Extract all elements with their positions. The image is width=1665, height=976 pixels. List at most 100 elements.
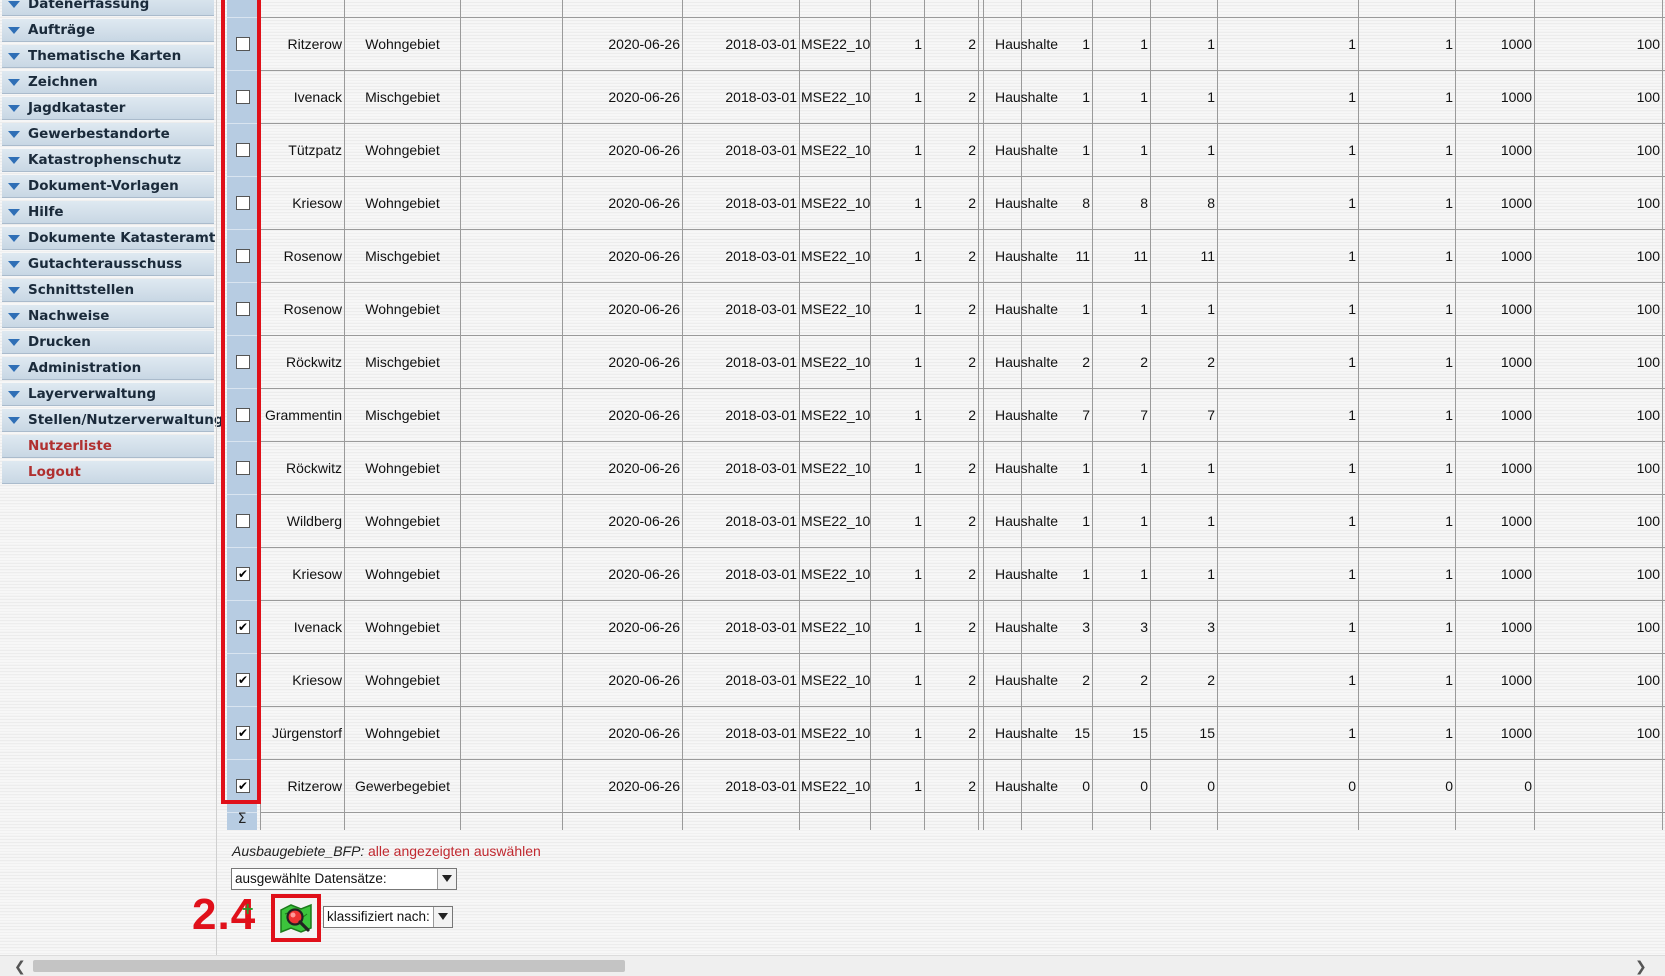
records-action-select[interactable]: ausgewählte Datensätze: (231, 868, 457, 890)
table-cell-n1: 1 (914, 513, 922, 529)
table-cell-v5: 1 (1445, 89, 1453, 105)
table-cell-v2: 1 (1140, 142, 1148, 158)
layer-name-label: Ausbaugebiete_BFP: (232, 843, 365, 859)
sidebar-item[interactable]: Gutachterausschuss (2, 253, 214, 276)
chevron-down-icon (433, 907, 452, 927)
table-cell-v7: 100 (1636, 407, 1660, 423)
table-cell-kategorie: Haushalte (994, 301, 1058, 317)
table-cell-v7 (1535, 776, 1660, 796)
sidebar-item[interactable]: Hilfe (2, 201, 214, 224)
sidebar-item-label: Datenerfassung (28, 0, 150, 12)
sidebar-item[interactable]: Zeichnen (2, 71, 214, 94)
horizontal-scrollbar[interactable]: ❮ ❯ (0, 955, 1665, 976)
sidebar-item[interactable]: Datenerfassung (2, 0, 214, 16)
sidebar-item[interactable]: Gewerbestandorte (2, 123, 214, 146)
table-cell-kategorie: Haushalte (994, 725, 1058, 741)
triangle-down-icon (8, 79, 20, 86)
records-action-select-value: ausgewählte Datensätze: (235, 871, 387, 886)
sidebar-item[interactable]: Schnittstellen (2, 279, 214, 302)
table-cell-v5: 1 (1445, 619, 1453, 635)
chevron-left-icon[interactable]: ❮ (14, 959, 26, 975)
table-cell-v6: 1000 (1500, 354, 1532, 370)
table-cell-v7: 100 (1636, 460, 1660, 476)
table-cell-v6: 1000 (1500, 195, 1532, 211)
table-cell-v5: 0 (1445, 778, 1453, 794)
table-cell-v4: 1 (1348, 89, 1356, 105)
table-cell-v1: 0 (1082, 778, 1090, 794)
sidebar-item[interactable]: Jagdkataster (2, 97, 214, 120)
scrollbar-thumb[interactable] (33, 960, 625, 972)
table-cell-v4: 1 (1348, 460, 1356, 476)
sidebar-item[interactable]: Nachweise (2, 305, 214, 328)
table-cell-n1: 1 (914, 725, 922, 741)
table-cell-kategorie: Haushalte (994, 619, 1058, 635)
search-map-button[interactable] (271, 894, 321, 942)
table-cell-code: MSE22_10 (801, 301, 871, 317)
table-cell-v6: 1000 (1500, 672, 1532, 688)
classify-select[interactable]: klassifiziert nach: (323, 906, 453, 928)
row-divider (261, 388, 1665, 389)
triangle-down-icon (8, 339, 20, 346)
table-cell-v3: 3 (1207, 619, 1215, 635)
table-cell-n2: 2 (968, 619, 976, 635)
sidebar-item[interactable]: Drucken (2, 331, 214, 354)
table-cell-v6: 0 (1524, 778, 1532, 794)
table-cell-datum2: 2018-03-01 (725, 619, 797, 635)
sidebar-item[interactable]: Katastrophenschutz (2, 149, 214, 172)
table-cell-ort: Ritzerow (287, 36, 342, 52)
table-cell-v1: 11 (1075, 248, 1090, 264)
row-divider (261, 282, 1665, 283)
table-cell-n1: 1 (914, 778, 922, 794)
table-cell-v3: 15 (1199, 725, 1215, 741)
sidebar-item[interactable]: Dokument-Vorlagen (2, 175, 214, 198)
table-cell-v2: 8 (1140, 195, 1148, 211)
sidebar-item[interactable]: Dokumente Katasteramt (2, 227, 215, 250)
sidebar-item[interactable]: Stellen/Nutzerverwaltung (2, 409, 223, 432)
table-cell-v3: 1 (1207, 566, 1215, 582)
row-divider (261, 706, 1665, 707)
sidebar-item-label: Gewerbestandorte (28, 126, 170, 142)
table-cell-v5: 1 (1445, 36, 1453, 52)
sidebar-item[interactable]: Nutzerliste (2, 435, 214, 458)
table-cell-code: MSE22_10 (801, 142, 871, 158)
sidebar-item-label: Hilfe (28, 204, 64, 220)
table-cell-code: MSE22_10 (801, 89, 871, 105)
sidebar-item[interactable]: Thematische Karten (2, 45, 214, 68)
select-all-shown-link[interactable]: alle angezeigten auswählen (368, 843, 541, 859)
table-cell-v1: 1 (1082, 513, 1090, 529)
table-cell-v5: 1 (1445, 407, 1453, 423)
table-cell-v4: 1 (1348, 407, 1356, 423)
row-divider (261, 335, 1665, 336)
table-cell-v2: 7 (1140, 407, 1148, 423)
table-cell-datum1: 2020-06-26 (608, 407, 680, 423)
sidebar-item[interactable]: Aufträge (2, 19, 214, 42)
chevron-right-icon[interactable]: ❯ (1635, 959, 1647, 975)
sidebar-item[interactable]: Logout (2, 461, 214, 484)
sidebar-item-label: Administration (28, 360, 142, 376)
table-cell-gebiet: Mischgebiet (365, 407, 440, 423)
table-cell-v3: 1 (1207, 460, 1215, 476)
sidebar-item[interactable]: Layerverwaltung (2, 383, 214, 406)
row-divider (261, 759, 1665, 760)
table-cell-datum2: 2018-03-01 (725, 36, 797, 52)
sum-icon[interactable]: Σ (227, 808, 257, 830)
table-cell-gebiet: Wohngebiet (365, 672, 440, 688)
table-cell-n2: 2 (968, 89, 976, 105)
row-divider (261, 547, 1665, 548)
row-divider (261, 441, 1665, 442)
table-cell-v2: 0 (1140, 778, 1148, 794)
table-cell-v3: 7 (1207, 407, 1215, 423)
table-cell-v2: 15 (1132, 725, 1148, 741)
sidebar-item[interactable]: Administration (2, 357, 214, 380)
chevron-down-icon (437, 869, 456, 889)
table-cell-datum1: 2020-06-26 (608, 301, 680, 317)
table-cell-code: MSE22_10 (801, 672, 871, 688)
table-cell-n1: 1 (914, 619, 922, 635)
table-cell-datum1: 2020-06-26 (608, 195, 680, 211)
table-cell-v2: 1 (1140, 36, 1148, 52)
table-cell-gebiet: Wohngebiet (365, 195, 440, 211)
triangle-down-icon (8, 417, 20, 424)
table-cell-v3: 1 (1207, 142, 1215, 158)
table-cell-n2: 2 (968, 142, 976, 158)
sidebar-item-label: Stellen/Nutzerverwaltung (28, 412, 224, 428)
